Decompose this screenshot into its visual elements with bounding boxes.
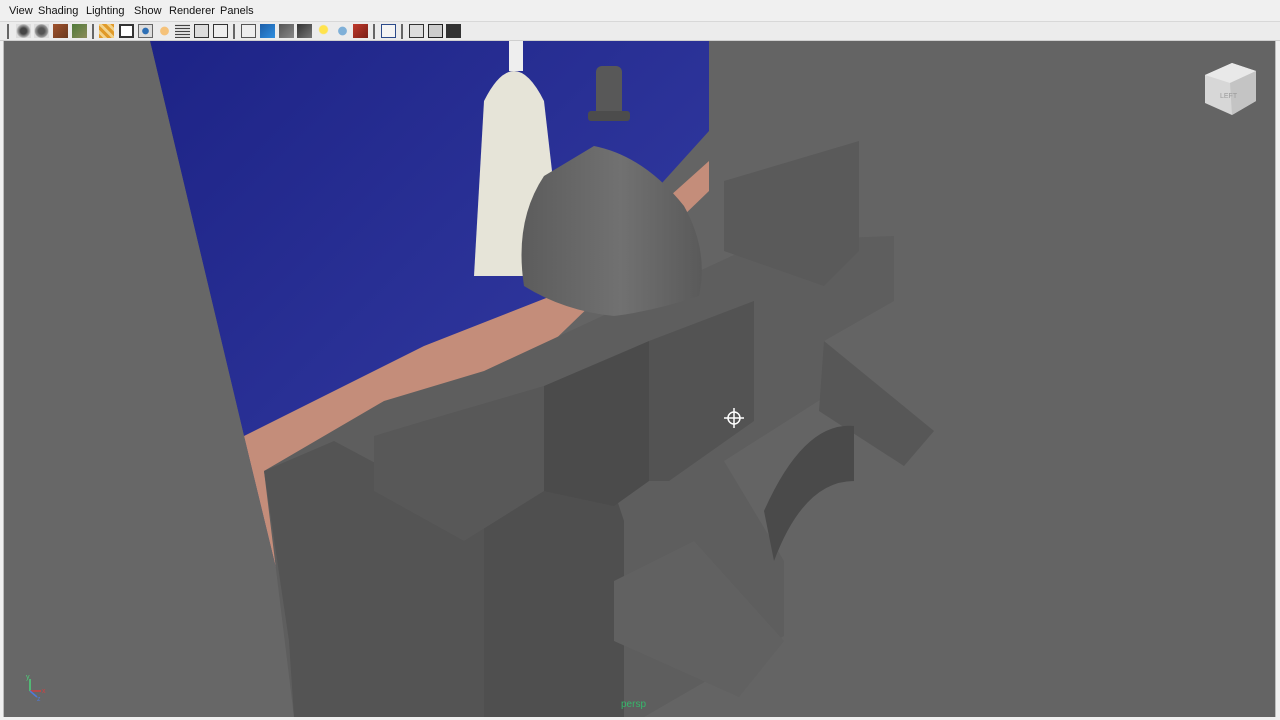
menu-bar: View Shading Lighting Show Renderer Pane…: [0, 0, 1280, 22]
menu-panels[interactable]: Panels: [220, 5, 254, 17]
arch-opening: [764, 425, 854, 561]
view-cube[interactable]: LEFT: [1200, 57, 1260, 121]
toolbar-separator: [92, 24, 94, 39]
isolate-select-icon[interactable]: [409, 24, 424, 38]
axis-x-label: x: [42, 688, 46, 695]
safe-action-icon[interactable]: [175, 24, 190, 38]
menu-renderer[interactable]: Renderer: [169, 5, 215, 17]
xray-icon[interactable]: [381, 24, 396, 38]
use-lights-icon[interactable]: [316, 24, 331, 38]
grid-icon[interactable]: [213, 24, 228, 38]
wireframe-icon[interactable]: [241, 24, 256, 38]
view-cube-label: LEFT: [1220, 93, 1238, 100]
axis-y-label: y: [26, 674, 30, 681]
smooth-shade-icon[interactable]: [260, 24, 275, 38]
panel-toolbar: [0, 22, 1280, 41]
film-gate-icon[interactable]: [119, 24, 134, 38]
toolbar-separator: [7, 24, 9, 39]
shadows-icon[interactable]: [335, 24, 350, 38]
resolution-gate-icon[interactable]: [138, 24, 153, 38]
menu-show[interactable]: Show: [134, 5, 162, 17]
hud-icon[interactable]: [446, 24, 461, 38]
axis-z-label: z: [37, 696, 41, 703]
ambient-occlusion-icon[interactable]: [353, 24, 368, 38]
lock-camera-icon[interactable]: [34, 24, 49, 38]
two-sided-icon[interactable]: [428, 24, 443, 38]
shaded-wireframe-icon[interactable]: [279, 24, 294, 38]
scene-canvas[interactable]: [4, 41, 1275, 717]
view-cube-icon[interactable]: LEFT: [1200, 57, 1260, 121]
toolbar-separator: [373, 24, 375, 39]
axis-indicator-icon: y x z: [26, 674, 46, 703]
bookmark-icon[interactable]: [53, 24, 68, 38]
toolbar-separator: [233, 24, 235, 39]
toolbar-separator: [401, 24, 403, 39]
menu-shading[interactable]: Shading: [38, 5, 78, 17]
field-chart-icon[interactable]: [157, 24, 172, 38]
image-plane-icon[interactable]: [72, 24, 87, 38]
image-plane-dome-statue: [509, 41, 523, 71]
select-camera-icon[interactable]: [16, 24, 31, 38]
camera-name-label: persp: [621, 699, 647, 710]
menu-view[interactable]: View: [9, 5, 33, 17]
menu-lighting[interactable]: Lighting: [86, 5, 125, 17]
grease-pencil-icon[interactable]: [99, 24, 114, 38]
perspective-viewport[interactable]: LEFT y x z persp: [3, 41, 1276, 717]
safe-title-icon[interactable]: [194, 24, 209, 38]
textured-icon[interactable]: [297, 24, 312, 38]
dome-lantern-base: [588, 111, 630, 121]
